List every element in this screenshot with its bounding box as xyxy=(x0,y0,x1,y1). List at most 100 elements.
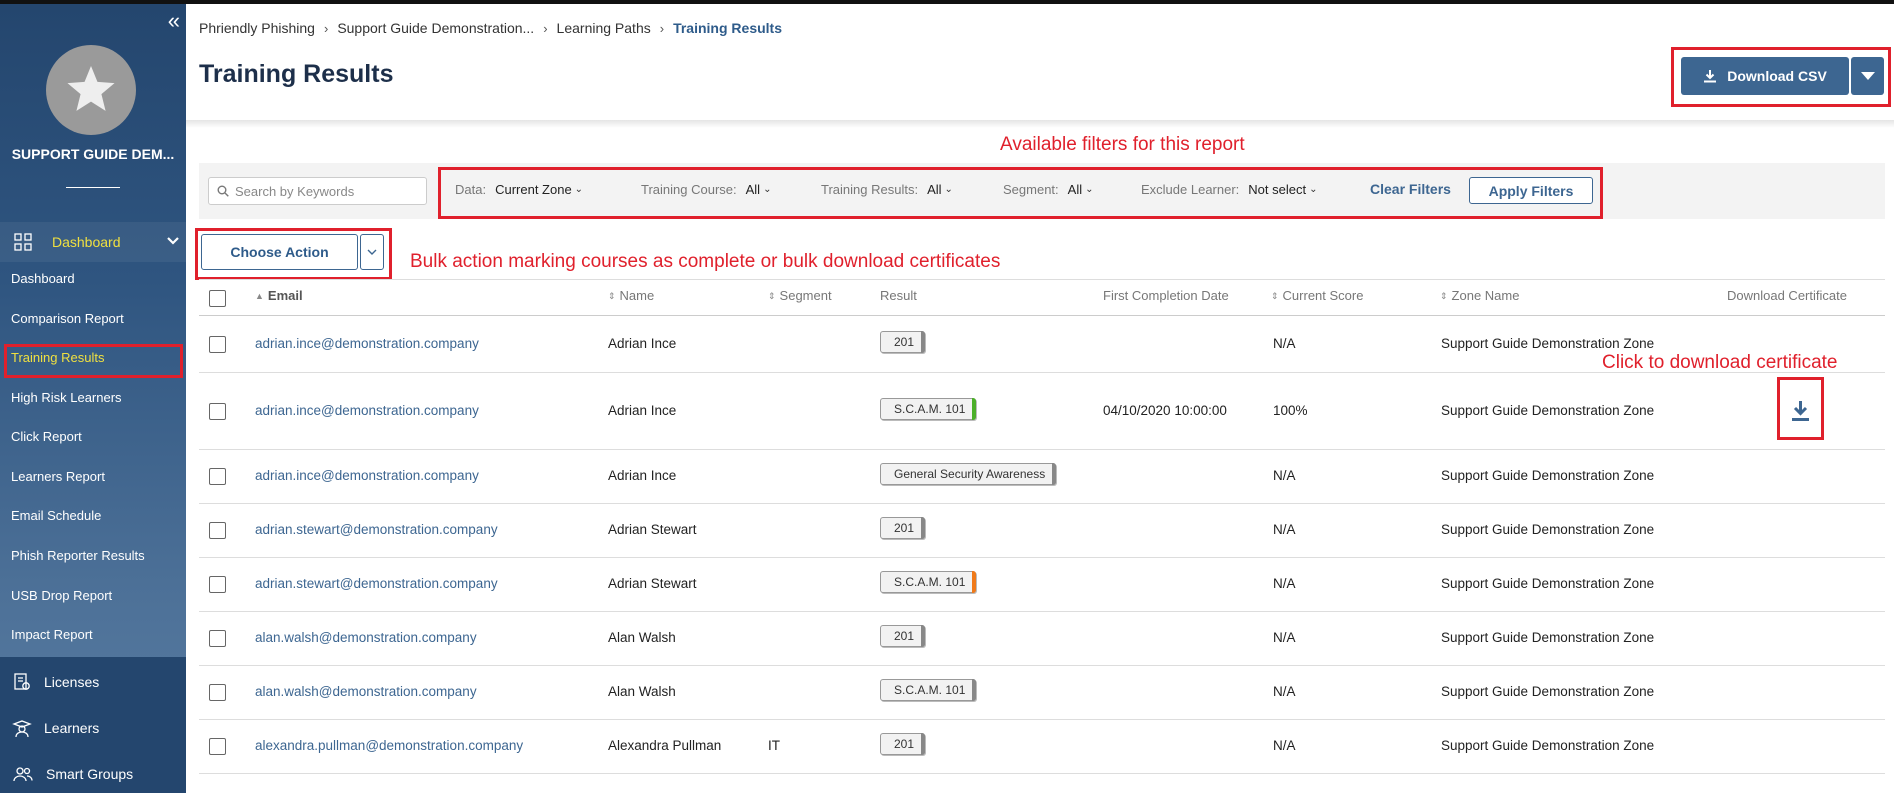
org-avatar xyxy=(46,45,136,135)
filter-course-value: All xyxy=(745,182,761,197)
sidebar-item-licenses[interactable]: Licenses xyxy=(12,672,99,692)
row-result-badge: 201 xyxy=(880,733,926,755)
search-box[interactable] xyxy=(208,177,427,205)
filter-segment[interactable]: Segment: All ⌄ xyxy=(1003,182,1094,197)
row-email-link[interactable]: adrian.ince@demonstration.company xyxy=(255,403,479,418)
sidebar-item-click-report[interactable]: Click Report xyxy=(11,429,82,444)
row-result-label: 201 xyxy=(894,629,915,643)
column-header-zone-name[interactable]: ⇕ Zone Name xyxy=(1440,288,1519,303)
row-result-status-bar xyxy=(921,625,926,647)
row-name: Alan Walsh xyxy=(608,630,676,645)
sidebar-item-email-schedule[interactable]: Email Schedule xyxy=(11,508,101,523)
row-checkbox[interactable] xyxy=(209,738,226,755)
sort-icon: ⇕ xyxy=(768,290,776,301)
row-email-link[interactable]: alan.walsh@demonstration.company xyxy=(255,630,477,645)
filter-course-label: Training Course: xyxy=(641,182,737,197)
org-divider xyxy=(66,187,120,188)
highlight-certificate xyxy=(1777,377,1824,440)
column-header-first-completion-label: First Completion Date xyxy=(1103,288,1229,303)
row-result-label: S.C.A.M. 101 xyxy=(894,683,966,697)
row-zone-name: Support Guide Demonstration Zone xyxy=(1441,576,1655,591)
select-all-checkbox[interactable] xyxy=(209,290,226,307)
search-input[interactable] xyxy=(235,183,415,199)
sidebar-item-comparison-report[interactable]: Comparison Report xyxy=(11,311,124,326)
chevron-down-icon[interactable] xyxy=(166,234,180,248)
filter-exclude-learner[interactable]: Exclude Learner: Not select ⌄ xyxy=(1141,182,1317,197)
apply-filters-button[interactable]: Apply Filters xyxy=(1469,177,1593,204)
row-email-link[interactable]: adrian.ince@demonstration.company xyxy=(255,336,479,351)
row-zone-name: Support Guide Demonstration Zone xyxy=(1441,738,1655,753)
breadcrumb-chevron-icon: › xyxy=(659,20,665,36)
row-result-status-bar xyxy=(1052,463,1057,485)
download-csv-button[interactable]: Download CSV xyxy=(1681,57,1849,95)
sort-icon: ⇕ xyxy=(1440,290,1448,301)
row-email-link[interactable]: adrian.stewart@demonstration.company xyxy=(255,522,498,537)
row-checkbox[interactable] xyxy=(209,403,226,420)
column-header-current-score[interactable]: ⇕ Current Score xyxy=(1271,288,1363,303)
row-checkbox[interactable] xyxy=(209,684,226,701)
sidebar-item-learners[interactable]: Learners xyxy=(12,718,99,738)
column-header-email[interactable]: ▲ Email xyxy=(255,288,303,303)
chevron-down-icon: ⌄ xyxy=(944,184,953,195)
breadcrumb-item[interactable]: Support Guide Demonstration... xyxy=(337,20,534,36)
row-name: Adrian Stewart xyxy=(608,522,697,537)
row-checkbox[interactable] xyxy=(209,576,226,593)
choose-action-button[interactable]: Choose Action xyxy=(201,234,358,270)
filter-training-results[interactable]: Training Results: All ⌄ xyxy=(821,182,953,197)
sidebar-item-usb-drop-report[interactable]: USB Drop Report xyxy=(11,588,112,603)
row-divider xyxy=(199,719,1885,720)
menu-dashboard-label: Dashboard xyxy=(52,234,121,250)
row-checkbox[interactable] xyxy=(209,522,226,539)
row-email-link[interactable]: adrian.stewart@demonstration.company xyxy=(255,576,498,591)
row-result-status-bar xyxy=(972,571,977,593)
caret-down-icon xyxy=(1860,72,1875,80)
column-header-first-completion: First Completion Date xyxy=(1103,288,1229,303)
row-first-completion: 04/10/2020 10:00:00 xyxy=(1103,403,1227,418)
row-email-link[interactable]: alan.walsh@demonstration.company xyxy=(255,684,477,699)
learner-icon xyxy=(12,720,32,738)
dashboard-grid-icon xyxy=(14,233,32,251)
row-current-score: N/A xyxy=(1273,336,1296,351)
sidebar-item-impact-report[interactable]: Impact Report xyxy=(11,627,93,642)
filter-exclude-label: Exclude Learner: xyxy=(1141,182,1240,197)
breadcrumb-item[interactable]: Learning Paths xyxy=(557,20,651,36)
collapse-sidebar-icon[interactable]: « xyxy=(168,8,180,34)
breadcrumb-item[interactable]: Phriendly Phishing xyxy=(199,20,315,36)
row-result-status-bar xyxy=(921,331,926,353)
row-email-link[interactable]: alexandra.pullman@demonstration.company xyxy=(255,738,523,753)
row-result-label: General Security Awareness xyxy=(894,467,1046,481)
row-checkbox[interactable] xyxy=(209,336,226,353)
row-checkbox[interactable] xyxy=(209,468,226,485)
sidebar-item-licenses-label: Licenses xyxy=(44,674,100,690)
filter-training-course[interactable]: Training Course: All ⌄ xyxy=(641,182,771,197)
filter-data[interactable]: Data: Current Zone ⌄ xyxy=(455,182,583,197)
column-header-download-certificate-label: Download Certificate xyxy=(1727,288,1847,303)
row-zone-name: Support Guide Demonstration Zone xyxy=(1441,630,1655,645)
row-current-score: N/A xyxy=(1273,468,1296,483)
sort-icon: ⇕ xyxy=(608,290,616,301)
row-result-label: S.C.A.M. 101 xyxy=(894,402,966,416)
row-name: Adrian Ince xyxy=(608,336,677,351)
sidebar-item-smart-groups-label: Smart Groups xyxy=(46,766,134,782)
row-checkbox[interactable] xyxy=(209,630,226,647)
column-header-name[interactable]: ⇕ Name xyxy=(608,288,654,303)
row-result-badge: S.C.A.M. 101 xyxy=(880,398,977,420)
row-email-link[interactable]: adrian.ince@demonstration.company xyxy=(255,468,479,483)
download-csv-dropdown[interactable] xyxy=(1851,57,1884,95)
chevron-down-icon: ⌄ xyxy=(1085,184,1094,195)
clear-filters-button[interactable]: Clear Filters xyxy=(1370,181,1451,197)
menu-dashboard-section[interactable]: Dashboard xyxy=(0,222,186,262)
sidebar-item-dashboard[interactable]: Dashboard xyxy=(11,271,75,286)
column-header-segment-label: Segment xyxy=(779,288,832,303)
filter-results-label: Training Results: xyxy=(821,182,919,197)
sidebar-item-learners-report[interactable]: Learners Report xyxy=(11,469,105,484)
row-divider xyxy=(199,611,1885,612)
row-result-status-bar xyxy=(921,733,926,755)
sidebar-item-high-risk-learners[interactable]: High Risk Learners xyxy=(11,390,122,405)
column-header-segment[interactable]: ⇕ Segment xyxy=(768,288,832,303)
row-result-label: 201 xyxy=(894,335,915,349)
row-current-score: N/A xyxy=(1273,576,1296,591)
sidebar-item-phish-reporter-results[interactable]: Phish Reporter Results xyxy=(11,548,145,563)
choose-action-dropdown[interactable] xyxy=(360,234,384,270)
sidebar-item-smart-groups[interactable]: Smart Groups xyxy=(12,764,133,784)
